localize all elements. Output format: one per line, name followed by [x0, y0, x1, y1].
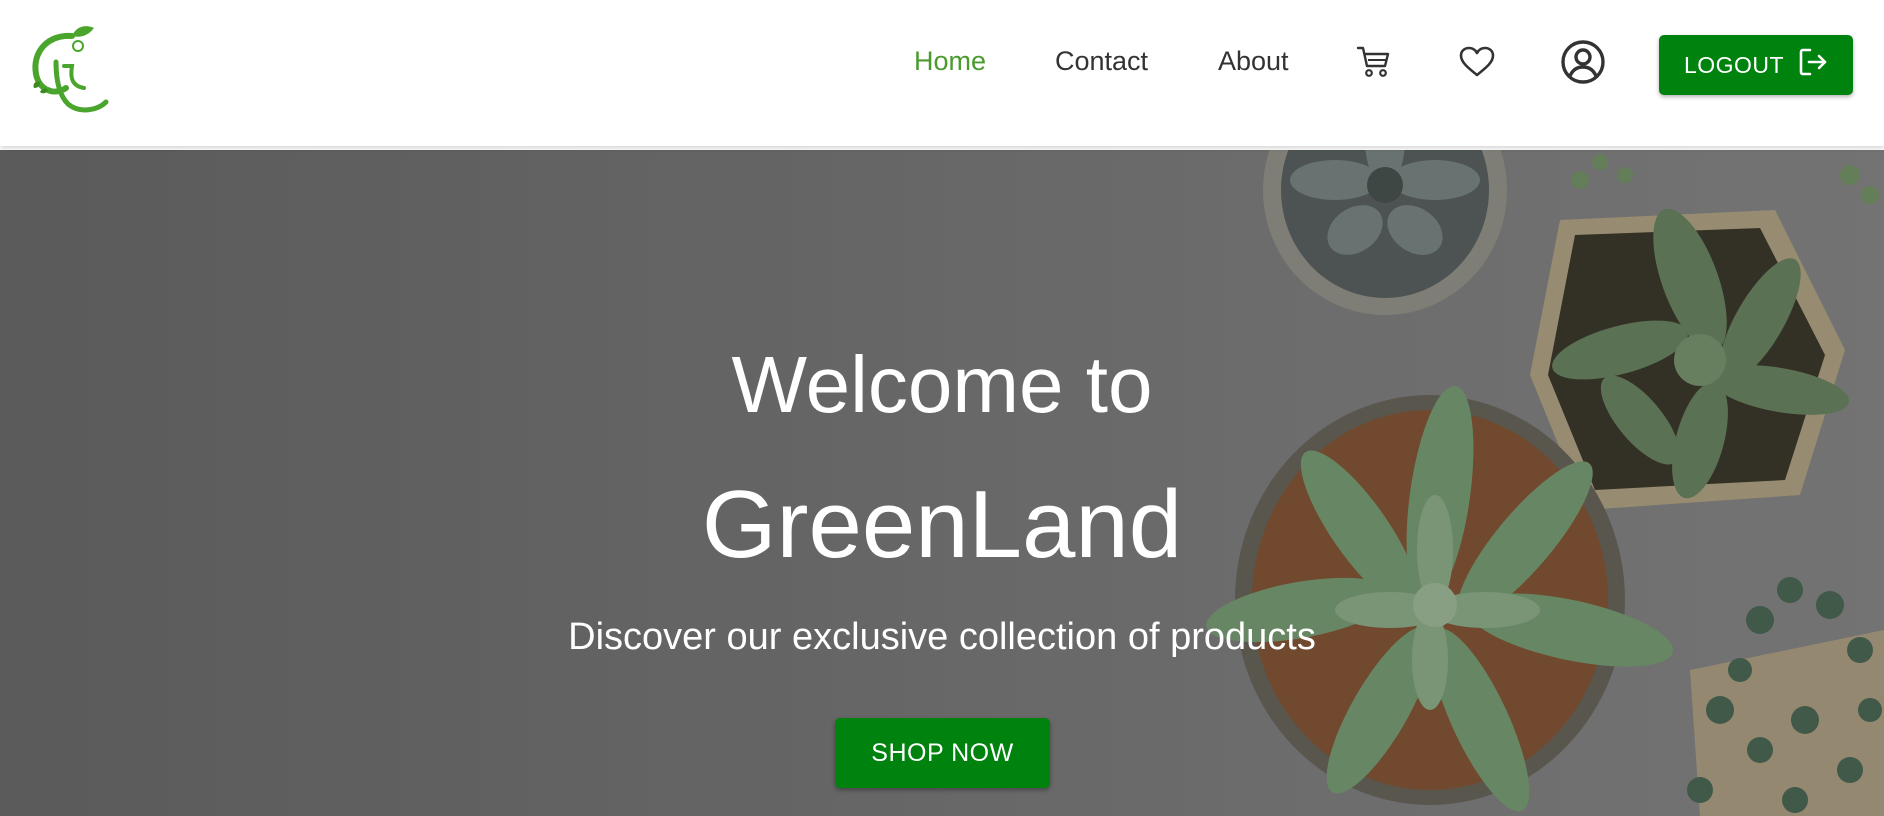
logout-icon — [1798, 47, 1828, 83]
hero-banner: Welcome to GreenLand Discover our exclus… — [0, 150, 1884, 816]
logout-button[interactable]: LOGOUT — [1659, 35, 1853, 95]
heart-icon[interactable] — [1459, 46, 1495, 83]
greenland-logo-icon[interactable] — [28, 22, 110, 114]
site-header: Home Contact About LOGOUT — [0, 0, 1884, 146]
nav-about-link[interactable]: About — [1218, 44, 1289, 78]
nav-contact-link[interactable]: Contact — [1055, 44, 1148, 78]
shop-now-button[interactable]: SHOP NOW — [835, 718, 1050, 788]
hero-title-line1: Welcome to — [731, 340, 1153, 429]
nav-home-link[interactable]: Home — [914, 44, 986, 78]
user-account-icon[interactable] — [1560, 39, 1606, 90]
hero-title-line2: GreenLand — [701, 471, 1183, 578]
cart-icon[interactable] — [1356, 45, 1392, 84]
hero-subtitle: Discover our exclusive collection of pro… — [568, 616, 1316, 658]
logout-label: LOGOUT — [1683, 51, 1785, 78]
